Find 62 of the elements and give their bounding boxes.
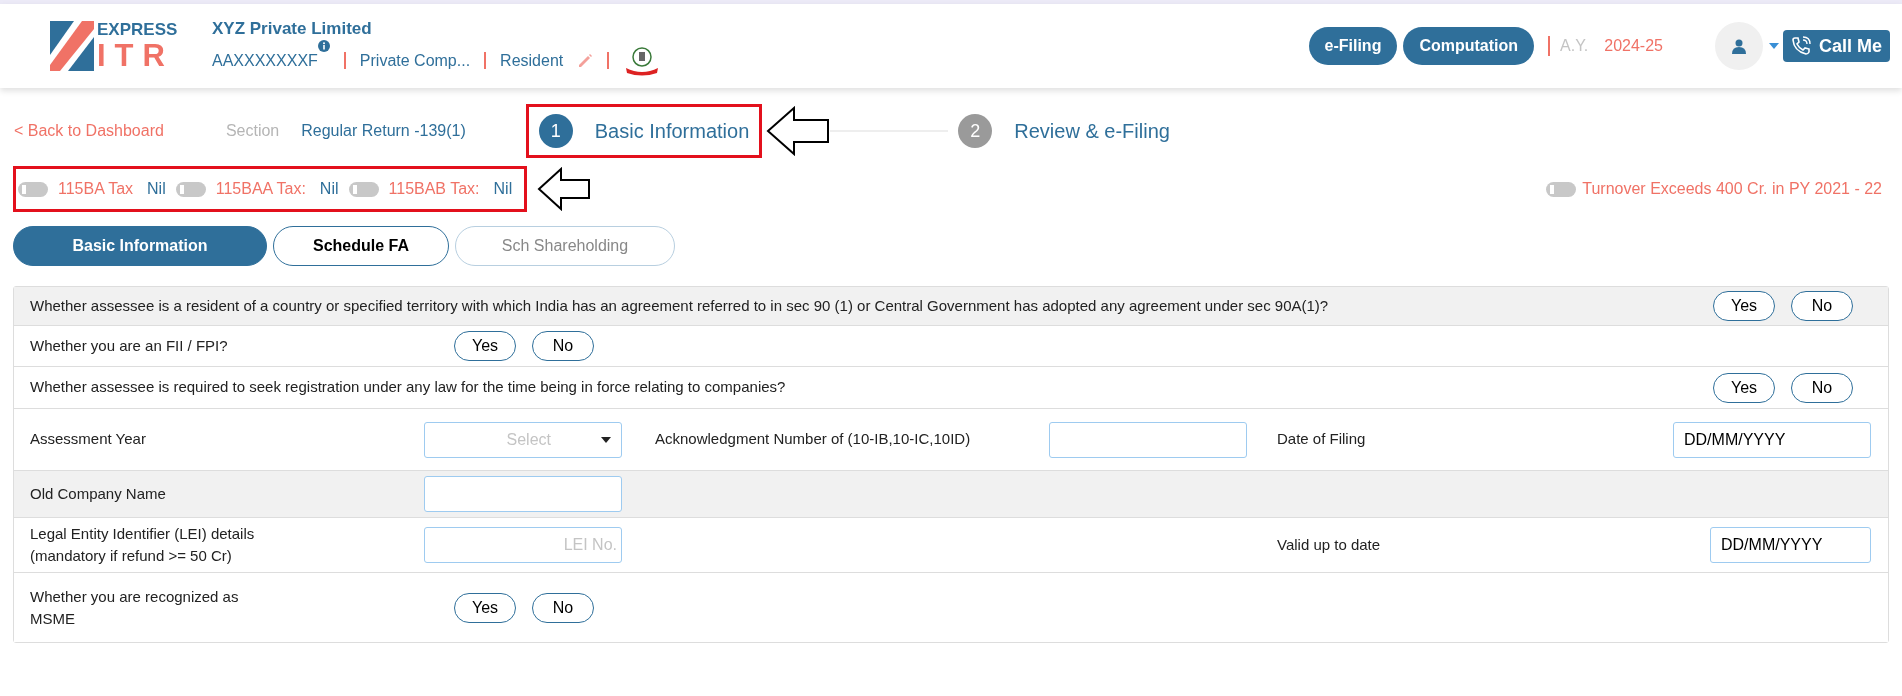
option-button[interactable]: Yes <box>454 331 516 361</box>
tax-label: 115BAA Tax: <box>215 179 306 199</box>
option-button[interactable]: Yes <box>454 592 516 623</box>
option-button[interactable]: No <box>532 331 594 361</box>
option-button[interactable]: No <box>532 592 594 623</box>
field-label: Valid up to date <box>1277 535 1381 553</box>
field-label: Acknowledgment Number of (10-IB,10-IC,10ID) <box>655 430 971 448</box>
logo-text: ITR <box>97 40 175 71</box>
section-label: Section <box>225 121 280 141</box>
step-number[interactable]: 1 <box>538 114 573 148</box>
caret-icon[interactable] <box>1768 43 1779 49</box>
question-text: Whether you are an FII / FPI? <box>29 336 229 356</box>
field-label: Assessment Year <box>30 430 146 448</box>
caret-icon <box>601 436 611 443</box>
tab[interactable]: Schedule FA <box>273 226 449 266</box>
step-label[interactable]: Basic Information <box>594 116 750 146</box>
tax-label: 115BAB Tax: <box>388 179 480 199</box>
field-label: Old Company Name <box>30 484 166 502</box>
arrow-icon <box>537 167 592 211</box>
input-field[interactable] <box>1049 421 1247 458</box>
toggle-switch[interactable] <box>18 181 48 197</box>
pan-number: AAXXXXXXXF <box>212 50 318 71</box>
pencil-icon[interactable] <box>577 52 594 69</box>
option-button[interactable]: Yes <box>1713 291 1775 321</box>
tab[interactable]: Basic Information <box>13 226 267 266</box>
section-value: Regular Return -139(1) <box>301 121 466 141</box>
question-text: Whether assessee is a resident of a country or specified territory with which India has an agreement referred to in sec 90 (1) or Central Government has adopted any agreement under sec 90A(1)? <box>29 295 1330 316</box>
question-text: Whether you are recognized as MSME <box>29 586 240 629</box>
option-button[interactable]: No <box>1791 291 1853 321</box>
tax-value: Nil <box>147 179 166 199</box>
arrow-icon <box>766 106 831 156</box>
option-button[interactable]: No <box>1791 372 1853 403</box>
ay-value: 2024-25 <box>1604 36 1663 56</box>
nav-button[interactable]: e-Filing <box>1308 27 1398 65</box>
toggle-switch[interactable] <box>175 181 206 197</box>
company-type: Private Comp... <box>359 50 471 71</box>
logo-mark-icon <box>50 21 94 71</box>
logo-text: EXPRESS <box>97 21 178 38</box>
input-field[interactable] <box>424 476 622 512</box>
field-label: Legal Entity Identifier (LEI) details (mandatory if refund >= 50 Cr) <box>30 524 255 564</box>
toggle-switch[interactable] <box>1546 181 1577 197</box>
turnover-label: Turnover Exceeds 400 Cr. in PY 2021 - 22 <box>1582 179 1882 199</box>
company-name: XYZ Private Limited <box>212 18 373 41</box>
ay-label: A.Y. <box>1560 36 1589 56</box>
tax-label: 115BA Tax <box>58 179 134 199</box>
residency-status: Resident <box>500 50 564 71</box>
phone-icon <box>1790 36 1811 56</box>
date-field[interactable]: DD/MM/YYYY <box>1673 421 1871 458</box>
option-button[interactable]: Yes <box>1713 372 1775 403</box>
person-icon <box>1730 38 1747 54</box>
toggle-switch[interactable] <box>348 181 379 197</box>
field-label: Date of Filing <box>1277 430 1366 448</box>
question-text: Whether assessee is required to seek registration under any law for the time being in force relating to companies? <box>29 377 787 398</box>
tax-value: Nil <box>319 179 339 199</box>
tax-value: Nil <box>493 179 513 199</box>
info-icon[interactable] <box>317 39 330 52</box>
nav-button[interactable]: Computation <box>1403 27 1535 65</box>
avatar-button[interactable] <box>1714 22 1763 70</box>
input-field[interactable]: LEI No. <box>424 527 622 563</box>
step-label[interactable]: Review & e-Filing <box>1014 116 1170 146</box>
call-me-button[interactable]: Call Me <box>1782 30 1890 62</box>
date-field[interactable]: DD/MM/YYYY <box>1710 527 1871 563</box>
